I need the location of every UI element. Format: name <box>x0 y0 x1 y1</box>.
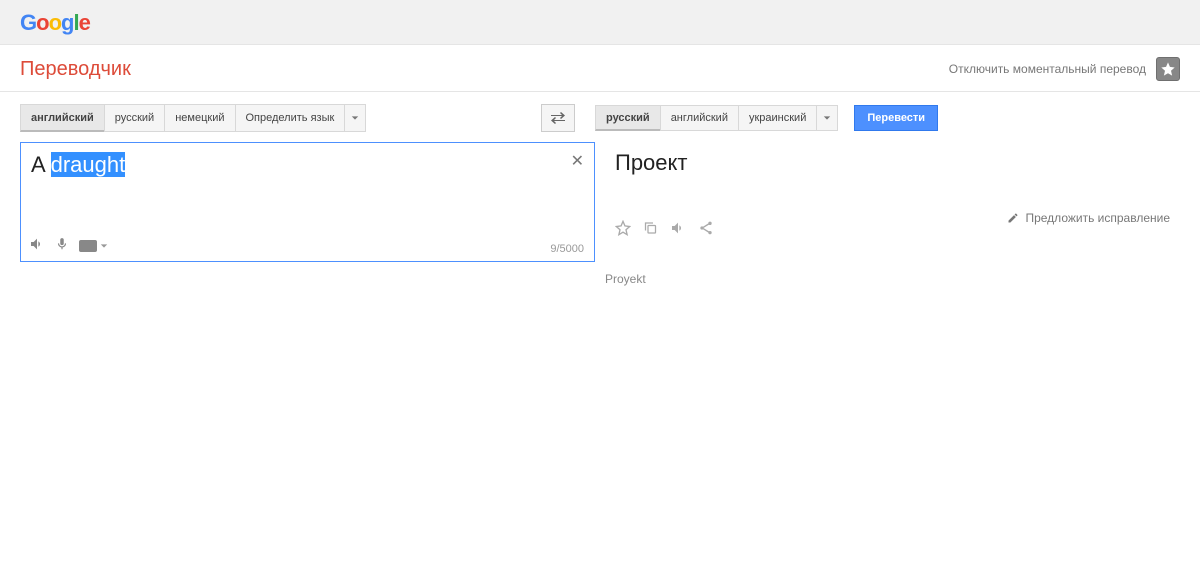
app-title: Переводчик <box>20 58 131 81</box>
char-count: 9/5000 <box>550 243 584 255</box>
src-lang-russian[interactable]: русский <box>104 104 165 132</box>
tgt-lang-english[interactable]: английский <box>660 105 739 131</box>
tgt-lang-russian[interactable]: русский <box>595 105 661 131</box>
copy-translation-icon[interactable] <box>643 220 658 239</box>
suggest-edit-link[interactable]: Предложить исправление <box>1007 211 1170 225</box>
listen-source-icon[interactable] <box>29 236 45 255</box>
target-text: Проект <box>615 150 1170 176</box>
transliteration: Proyekt <box>605 262 1180 286</box>
share-translation-icon[interactable] <box>698 220 714 239</box>
disable-instant-link[interactable]: Отключить моментальный перевод <box>949 62 1146 76</box>
src-lang-dropdown[interactable] <box>344 104 366 132</box>
google-logo[interactable]: Google <box>20 10 1180 36</box>
target-lang-tabs: русский английский украинский <box>595 105 838 131</box>
tgt-lang-ukrainian[interactable]: украинский <box>738 105 817 131</box>
source-highlight: draught <box>51 152 126 177</box>
voice-input-icon[interactable] <box>55 236 69 255</box>
source-lang-tabs: английский русский немецкий Определить я… <box>20 104 366 132</box>
swap-languages-button[interactable] <box>541 104 575 132</box>
tgt-lang-dropdown[interactable] <box>816 105 838 131</box>
clear-source-button[interactable]: ✕ <box>571 151 584 171</box>
src-lang-english[interactable]: английский <box>20 104 105 132</box>
save-translation-icon[interactable] <box>615 220 631 239</box>
src-lang-german[interactable]: немецкий <box>164 104 235 132</box>
target-text-box: Проект <box>605 142 1180 262</box>
src-lang-detect[interactable]: Определить язык <box>235 104 346 132</box>
source-text[interactable]: A draught <box>31 151 584 180</box>
translate-button[interactable]: Перевести <box>854 105 938 131</box>
source-text-box[interactable]: A draught ✕ 9/5000 <box>20 142 595 262</box>
listen-target-icon[interactable] <box>670 220 686 239</box>
phrasebook-icon[interactable] <box>1156 57 1180 81</box>
keyboard-input-icon[interactable] <box>79 240 108 252</box>
